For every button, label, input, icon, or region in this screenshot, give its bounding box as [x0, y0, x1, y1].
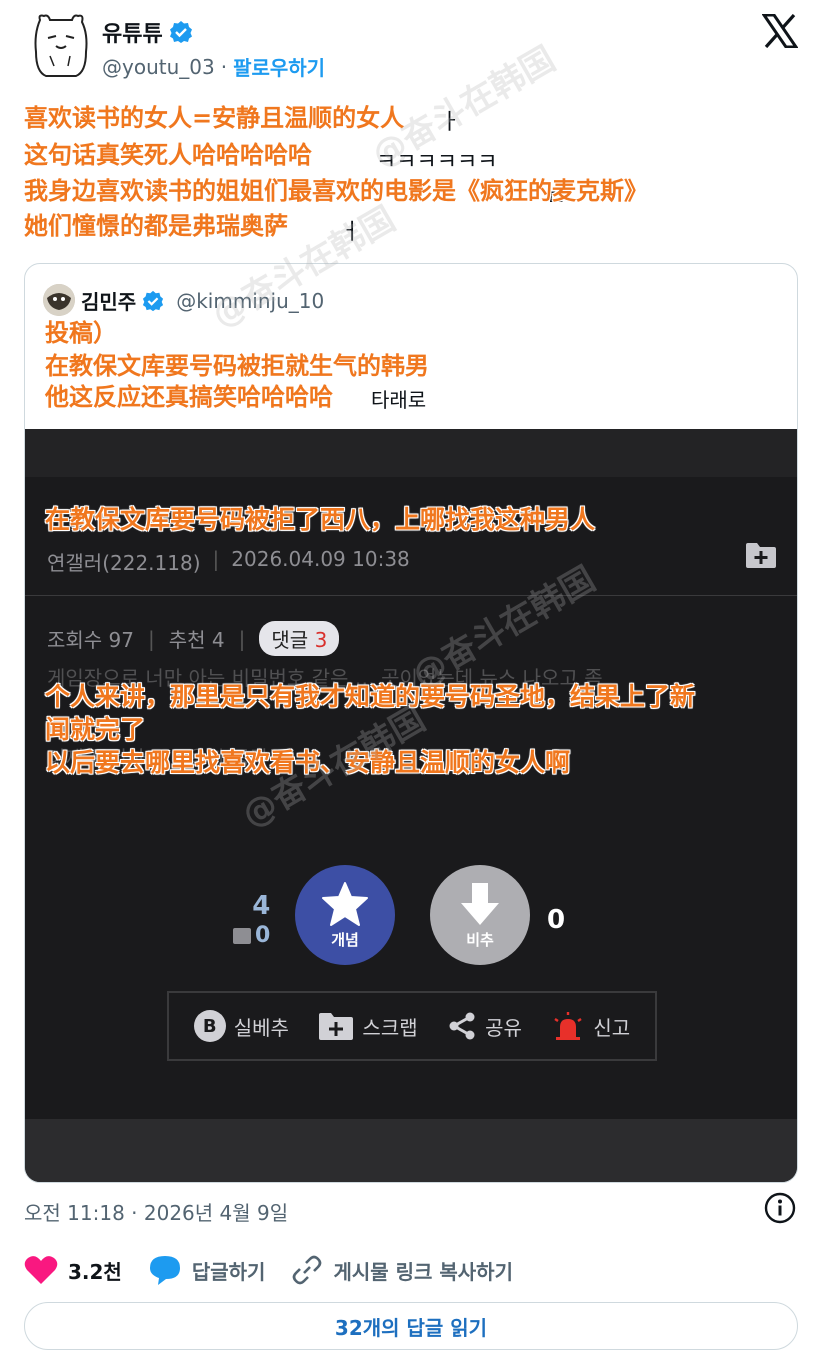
upvote-count: 4: [252, 891, 271, 921]
post-body-annotation-3: 以后要去哪里找喜欢看书、安静且温顺的女人啊: [45, 748, 571, 777]
fix-count: 0: [255, 923, 271, 948]
x-logo-icon[interactable]: [762, 14, 798, 48]
heart-icon: [24, 1256, 58, 1284]
author-handle-row: @youtu_03 · 팔로우하기: [102, 52, 325, 81]
quote-annotation-3: 他这反应还真搞笑哈哈哈哈: [45, 383, 333, 411]
tweet-card: 유튜튜 @youtu_03 · 팔로우하기 ㅏ ㅋㅋㅋㅋㅋㅋ ㅁ ㅓ 喜欢读书的…: [0, 0, 820, 1368]
annotation-line-1: 喜欢读书的女人=安静且温顺的女人: [24, 104, 405, 132]
original-text-tail-4: ㅓ: [340, 220, 361, 245]
comments-count: 3: [314, 628, 328, 652]
like-count: 3.2천: [68, 1259, 122, 1284]
quoted-name-row: 김민주 @kimminju_10: [81, 286, 324, 315]
post-body-annotation-2: 闻就完了: [45, 715, 146, 744]
original-text-tail-1: ㅏ: [440, 110, 461, 135]
comments-label: 댓글: [271, 628, 309, 652]
report-label: 신고: [593, 1015, 631, 1040]
embedded-post-screenshot: 在教保文库要号码被拒了西八，上哪找我这种男人 연갤러(222.118) | 20…: [25, 429, 797, 1182]
fix-icon: [233, 927, 251, 944]
upvote-label: 개념: [331, 930, 359, 949]
views-count: 조회수 97: [47, 628, 135, 652]
folder-plus-icon: [319, 1013, 354, 1040]
annotation-line-4: 她们憧憬的都是弗瑞奥萨: [24, 212, 288, 240]
quote-annotation-1: 投稿）: [45, 319, 117, 347]
scrap-label: 스크랩: [362, 1015, 418, 1040]
verified-badge-icon: [169, 21, 192, 43]
info-icon[interactable]: [764, 1192, 796, 1224]
post-meta: 연갤러(222.118) | 2026.04.09 10:38: [47, 547, 410, 576]
quoted-display-name: 김민주: [81, 290, 137, 314]
quoted-handle: @kimminju_10: [176, 288, 325, 313]
arrow-down-icon: [461, 882, 499, 925]
post-date: 2026.04.09 10:38: [231, 547, 410, 571]
share-icon: [449, 1012, 475, 1040]
original-text-tail-2: ㅋㅋㅋㅋㅋㅋ: [376, 150, 498, 175]
siren-icon: [554, 1012, 583, 1040]
real-bad-button[interactable]: B 실베추: [193, 1010, 289, 1042]
author-display-name[interactable]: 유튜튜: [102, 16, 163, 48]
stats-separator-2: |: [238, 626, 246, 651]
tweet-timestamp[interactable]: 오전 11:18 · 2026년 4월 9일: [24, 1197, 288, 1226]
embed-bottom-bar: [25, 1119, 797, 1182]
post-author: 연갤러(222.118): [47, 551, 201, 575]
read-replies-button[interactable]: 32개의 답글 읽기: [24, 1302, 798, 1350]
post-title-annotation: 在教保文库要号码被拒了西八，上哪找我这种男人: [45, 505, 596, 534]
copy-link-button[interactable]: 게시물 링크 복사하기: [291, 1254, 513, 1286]
vote-counts: 4 0: [233, 891, 270, 948]
post-stats: 조회수 97 | 추천 4 | 댓글 3: [47, 621, 340, 656]
annotation-line-3: 我身边喜欢读书的姐姐们最喜欢的电影是《疯狂的麦克斯》: [24, 177, 648, 205]
report-button[interactable]: 신고: [551, 1011, 630, 1041]
handle-dot: ·: [220, 54, 228, 79]
author-name-row: 유튜튜: [102, 16, 193, 48]
quoted-original-tail: 타래로: [371, 388, 427, 412]
link-icon: [293, 1255, 322, 1285]
follow-button[interactable]: 팔로우하기: [233, 52, 325, 81]
folder-add-icon: [746, 543, 776, 568]
recommend-count: 추천 4: [168, 628, 225, 652]
b-badge-icon: B: [193, 1010, 226, 1042]
quoted-tweet[interactable]: 김민주 @kimminju_10 타래로 投稿） 在教保文库要号码被拒就生气的韩…: [24, 263, 798, 1183]
copy-link-label: 게시물 링크 복사하기: [333, 1259, 513, 1284]
engagement-bar: 3.2천 답글하기 게시물 링크 복사하기: [24, 1254, 513, 1286]
comments-pill[interactable]: 댓글 3: [259, 621, 340, 656]
fix-count-row: 0: [233, 923, 270, 948]
downvote-count: 0: [547, 905, 566, 935]
scrap-button[interactable]: 스크랩: [318, 1011, 418, 1041]
speech-bubble-icon: [149, 1256, 180, 1285]
quoted-author-avatar: [43, 284, 75, 316]
author-handle[interactable]: @youtu_03: [102, 55, 215, 79]
post-action-bar: B 실베추 스크랩 공유 신고: [167, 991, 657, 1061]
reply-label: 답글하기: [191, 1259, 266, 1284]
star-icon: [322, 881, 368, 926]
post-body-annotation-1: 个人来讲，那里是只有我才知道的要号码圣地，结果上了新: [45, 682, 696, 711]
share-label: 공유: [485, 1015, 522, 1040]
embed-top-bar: [25, 429, 797, 477]
annotation-line-2: 这句话真笑死人哈哈哈哈哈: [24, 141, 312, 169]
real-bad-label: 실베추: [233, 1015, 289, 1040]
like-button[interactable]: 3.2천: [24, 1255, 122, 1285]
upvote-button[interactable]: 개념: [295, 865, 395, 965]
post-divider: [25, 595, 797, 596]
reply-button[interactable]: 답글하기: [148, 1254, 266, 1286]
quote-annotation-2: 在教保文库要号码被拒就生气的韩男: [45, 352, 429, 380]
share-button[interactable]: 공유: [447, 1011, 522, 1041]
quoted-verified-badge-icon: [143, 290, 164, 311]
meta-separator: |: [212, 547, 220, 571]
stats-separator-1: |: [148, 626, 155, 651]
author-avatar[interactable]: [30, 12, 92, 80]
downvote-button[interactable]: 비추: [430, 865, 530, 965]
downvote-label: 비추: [466, 930, 494, 949]
